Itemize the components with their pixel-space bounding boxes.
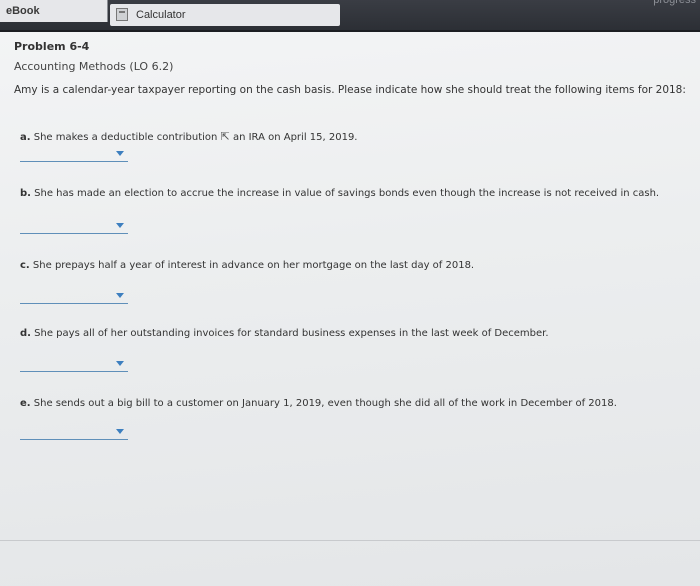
- mouse-cursor-icon: ⇱: [220, 130, 230, 143]
- item-d-text: She pays all of her outstanding invoices…: [34, 328, 549, 339]
- tab-ebook[interactable]: eBook: [0, 0, 108, 22]
- item-a: a. She makes a deductible contribution ⇱…: [20, 130, 358, 143]
- answer-dropdown-c[interactable]: [20, 288, 128, 304]
- chevron-down-icon: [116, 429, 124, 434]
- item-d-letter: d.: [20, 328, 31, 339]
- tab-calculator-label: Calculator: [136, 9, 186, 21]
- chevron-down-icon: [116, 361, 124, 366]
- answer-dropdown-d[interactable]: [20, 356, 128, 372]
- problem-panel: Problem 6-4 Accounting Methods (LO 6.2) …: [0, 32, 700, 586]
- problem-title: Problem 6-4: [14, 40, 90, 53]
- item-e-letter: e.: [20, 398, 31, 409]
- item-d: d. She pays all of her outstanding invoi…: [20, 328, 549, 339]
- top-toolbar: eBook Calculator progress: [0, 0, 700, 32]
- item-c: c. She prepays half a year of interest i…: [20, 260, 474, 271]
- answer-dropdown-b[interactable]: [20, 218, 128, 234]
- item-a-text-before: She makes a deductible contribution: [33, 132, 218, 143]
- item-b-text: She has made an election to accrue the i…: [34, 188, 660, 199]
- problem-intro: Amy is a calendar-year taxpayer reportin…: [14, 84, 686, 96]
- tab-calculator[interactable]: Calculator: [110, 4, 340, 26]
- progress-label: progress: [653, 0, 696, 6]
- item-a-letter: a.: [20, 132, 31, 143]
- calculator-icon: [116, 8, 128, 21]
- divider: [0, 540, 700, 541]
- item-b: b. She has made an election to accrue th…: [20, 188, 659, 199]
- answer-dropdown-e[interactable]: [20, 424, 128, 440]
- item-e-text: She sends out a big bill to a customer o…: [33, 398, 617, 409]
- answer-dropdown-a[interactable]: [20, 146, 128, 162]
- chevron-down-icon: [116, 151, 124, 156]
- problem-subtitle: Accounting Methods (LO 6.2): [14, 60, 174, 73]
- item-b-letter: b.: [20, 188, 31, 199]
- item-c-text: She prepays half a year of interest in a…: [32, 260, 475, 271]
- item-e: e. She sends out a big bill to a custome…: [20, 398, 617, 409]
- item-c-letter: c.: [20, 260, 30, 271]
- chevron-down-icon: [116, 223, 124, 228]
- chevron-down-icon: [116, 293, 124, 298]
- item-a-text-after: an IRA on April 15, 2019.: [232, 132, 358, 143]
